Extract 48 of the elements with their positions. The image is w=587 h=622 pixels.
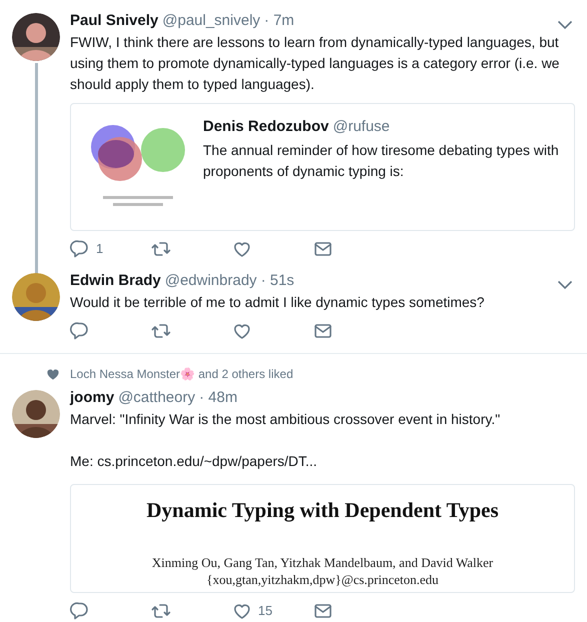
mail-button[interactable] xyxy=(313,321,333,341)
timestamp: · 51s xyxy=(260,270,294,291)
paper-authors: Xinming Ou, Gang Tan, Yitzhak Mandelbaum, and David Walker xyxy=(152,554,494,570)
retweet-icon xyxy=(151,601,171,621)
chevron-down-icon xyxy=(557,20,573,30)
quoted-text: The annual reminder of how tiresome debating types with proponents of dynamic typing is: xyxy=(203,140,560,181)
reply-button[interactable] xyxy=(70,601,90,621)
tweet-text: Marvel: "Infinity War is the most ambitious crossover event in history." xyxy=(70,410,502,429)
author-handle: @edwinbrady xyxy=(164,270,257,291)
tweet-text: FWIW, I think there are lessons to learn from dynamically-typed languages, but using them to promote dynamically-typed languages is a category error (i.e. we should apply them to typed languages). xyxy=(70,33,560,94)
envelope-icon xyxy=(313,321,333,341)
mail-button[interactable] xyxy=(313,601,333,621)
quoted-tweet[interactable]: Denis Redozubov @rufuse The annual reminder of how tiresome debating types with proponents of dynamic typing is: xyxy=(70,103,575,231)
envelope-icon xyxy=(313,601,333,621)
author-name: joomy xyxy=(70,388,114,408)
timestamp: · 48m xyxy=(199,388,238,408)
retweet-button[interactable] xyxy=(151,601,171,621)
menu-button[interactable] xyxy=(557,20,573,30)
reply-icon xyxy=(70,321,90,341)
paper-emails: {xou,gtan,yitzhakm,dpw}@cs.princeton.edu xyxy=(206,570,439,588)
heart-icon xyxy=(46,367,60,381)
reply-icon xyxy=(70,601,90,621)
like-button[interactable]: 15 xyxy=(232,601,272,621)
tweet-text: Me: cs.princeton.edu/~dpw/papers/DT... xyxy=(70,452,318,471)
mail-button[interactable] xyxy=(313,239,333,259)
retweet-button[interactable] xyxy=(151,239,171,259)
reply-icon xyxy=(70,239,90,259)
envelope-icon xyxy=(313,239,333,259)
chevron-down-icon xyxy=(557,280,573,290)
social-context: Loch Nessa Monster🌸 and 2 others liked xyxy=(70,366,294,383)
like-count: 15 xyxy=(258,602,272,620)
menu-button[interactable] xyxy=(557,280,573,290)
link-card[interactable]: Dynamic Typing with Dependent Types Xinming Ou, Gang Tan, Yitzhak Mandelbaum, and David Walker {xou,gtan,yitzhakm,dpw}@cs.princeton.edu xyxy=(70,484,575,593)
retweet-button[interactable] xyxy=(151,321,171,341)
author-name: Paul Snively xyxy=(70,10,158,31)
quoted-author-handle: @rufuse xyxy=(332,117,390,137)
paper-title: Dynamic Typing with Dependent Types xyxy=(146,497,498,524)
retweet-icon xyxy=(151,239,171,259)
reply-count: 1 xyxy=(96,240,104,258)
retweet-icon xyxy=(151,321,171,341)
author-handle: @paul_snively xyxy=(162,10,260,31)
reply-button[interactable]: 1 xyxy=(70,239,104,259)
reply-button[interactable] xyxy=(70,321,90,341)
author-name: Edwin Brady xyxy=(70,270,161,291)
timestamp: · 7m xyxy=(264,10,294,31)
author-handle: @cattheory xyxy=(118,388,196,408)
quoted-author-name: Denis Redozubov xyxy=(203,117,329,137)
tweet-text: Would it be terrible of me to admit I like dynamic types sometimes? xyxy=(70,293,486,312)
